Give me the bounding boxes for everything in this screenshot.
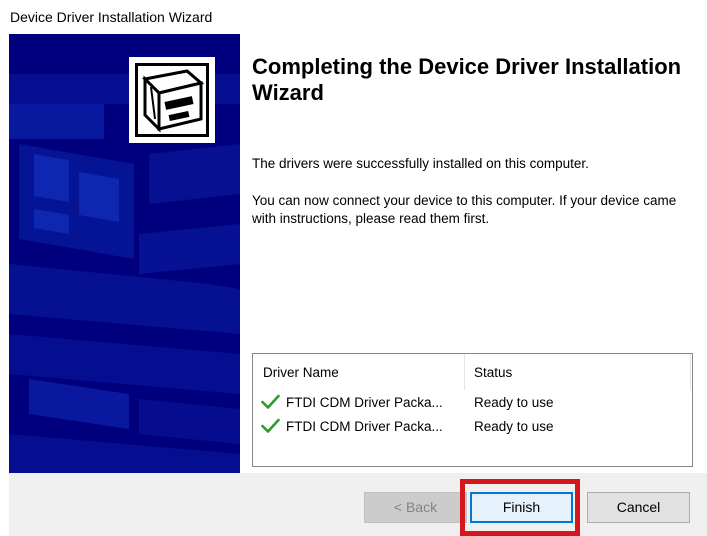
- installed-message: The drivers were successfully installed …: [252, 156, 589, 171]
- back-button[interactable]: < Back: [364, 492, 467, 523]
- column-header-driver-name[interactable]: Driver Name: [263, 354, 463, 390]
- driver-name: FTDI CDM Driver Packa...: [286, 395, 443, 410]
- wizard-content: Completing the Device Driver Installatio…: [240, 34, 707, 473]
- column-divider[interactable]: [464, 354, 465, 390]
- driver-list[interactable]: Driver Name Status FTDI CDM Driver Packa…: [252, 353, 693, 467]
- title-bar: Device Driver Installation Wizard: [0, 0, 707, 34]
- checkmark-icon: [261, 394, 280, 409]
- wizard-side-banner: [9, 34, 240, 473]
- window-title: Device Driver Installation Wizard: [10, 9, 213, 25]
- column-divider[interactable]: [690, 354, 691, 390]
- driver-row[interactable]: FTDI CDM Driver Packa... Ready to use: [253, 416, 692, 440]
- wizard-heading: Completing the Device Driver Installatio…: [252, 54, 682, 105]
- driver-name: FTDI CDM Driver Packa...: [286, 419, 443, 434]
- computer-hardware-icon: [129, 57, 215, 143]
- driver-row[interactable]: FTDI CDM Driver Packa... Ready to use: [253, 392, 692, 416]
- connect-message: You can now connect your device to this …: [252, 193, 677, 226]
- checkmark-icon: [261, 418, 280, 433]
- column-header-status[interactable]: Status: [474, 354, 684, 390]
- driver-status: Ready to use: [474, 419, 554, 434]
- cancel-button[interactable]: Cancel: [587, 492, 690, 523]
- driver-status: Ready to use: [474, 395, 554, 410]
- finish-highlight-box: [460, 479, 580, 536]
- button-bar: < Back Finish Cancel: [9, 473, 707, 536]
- driver-list-header: Driver Name Status: [253, 354, 692, 390]
